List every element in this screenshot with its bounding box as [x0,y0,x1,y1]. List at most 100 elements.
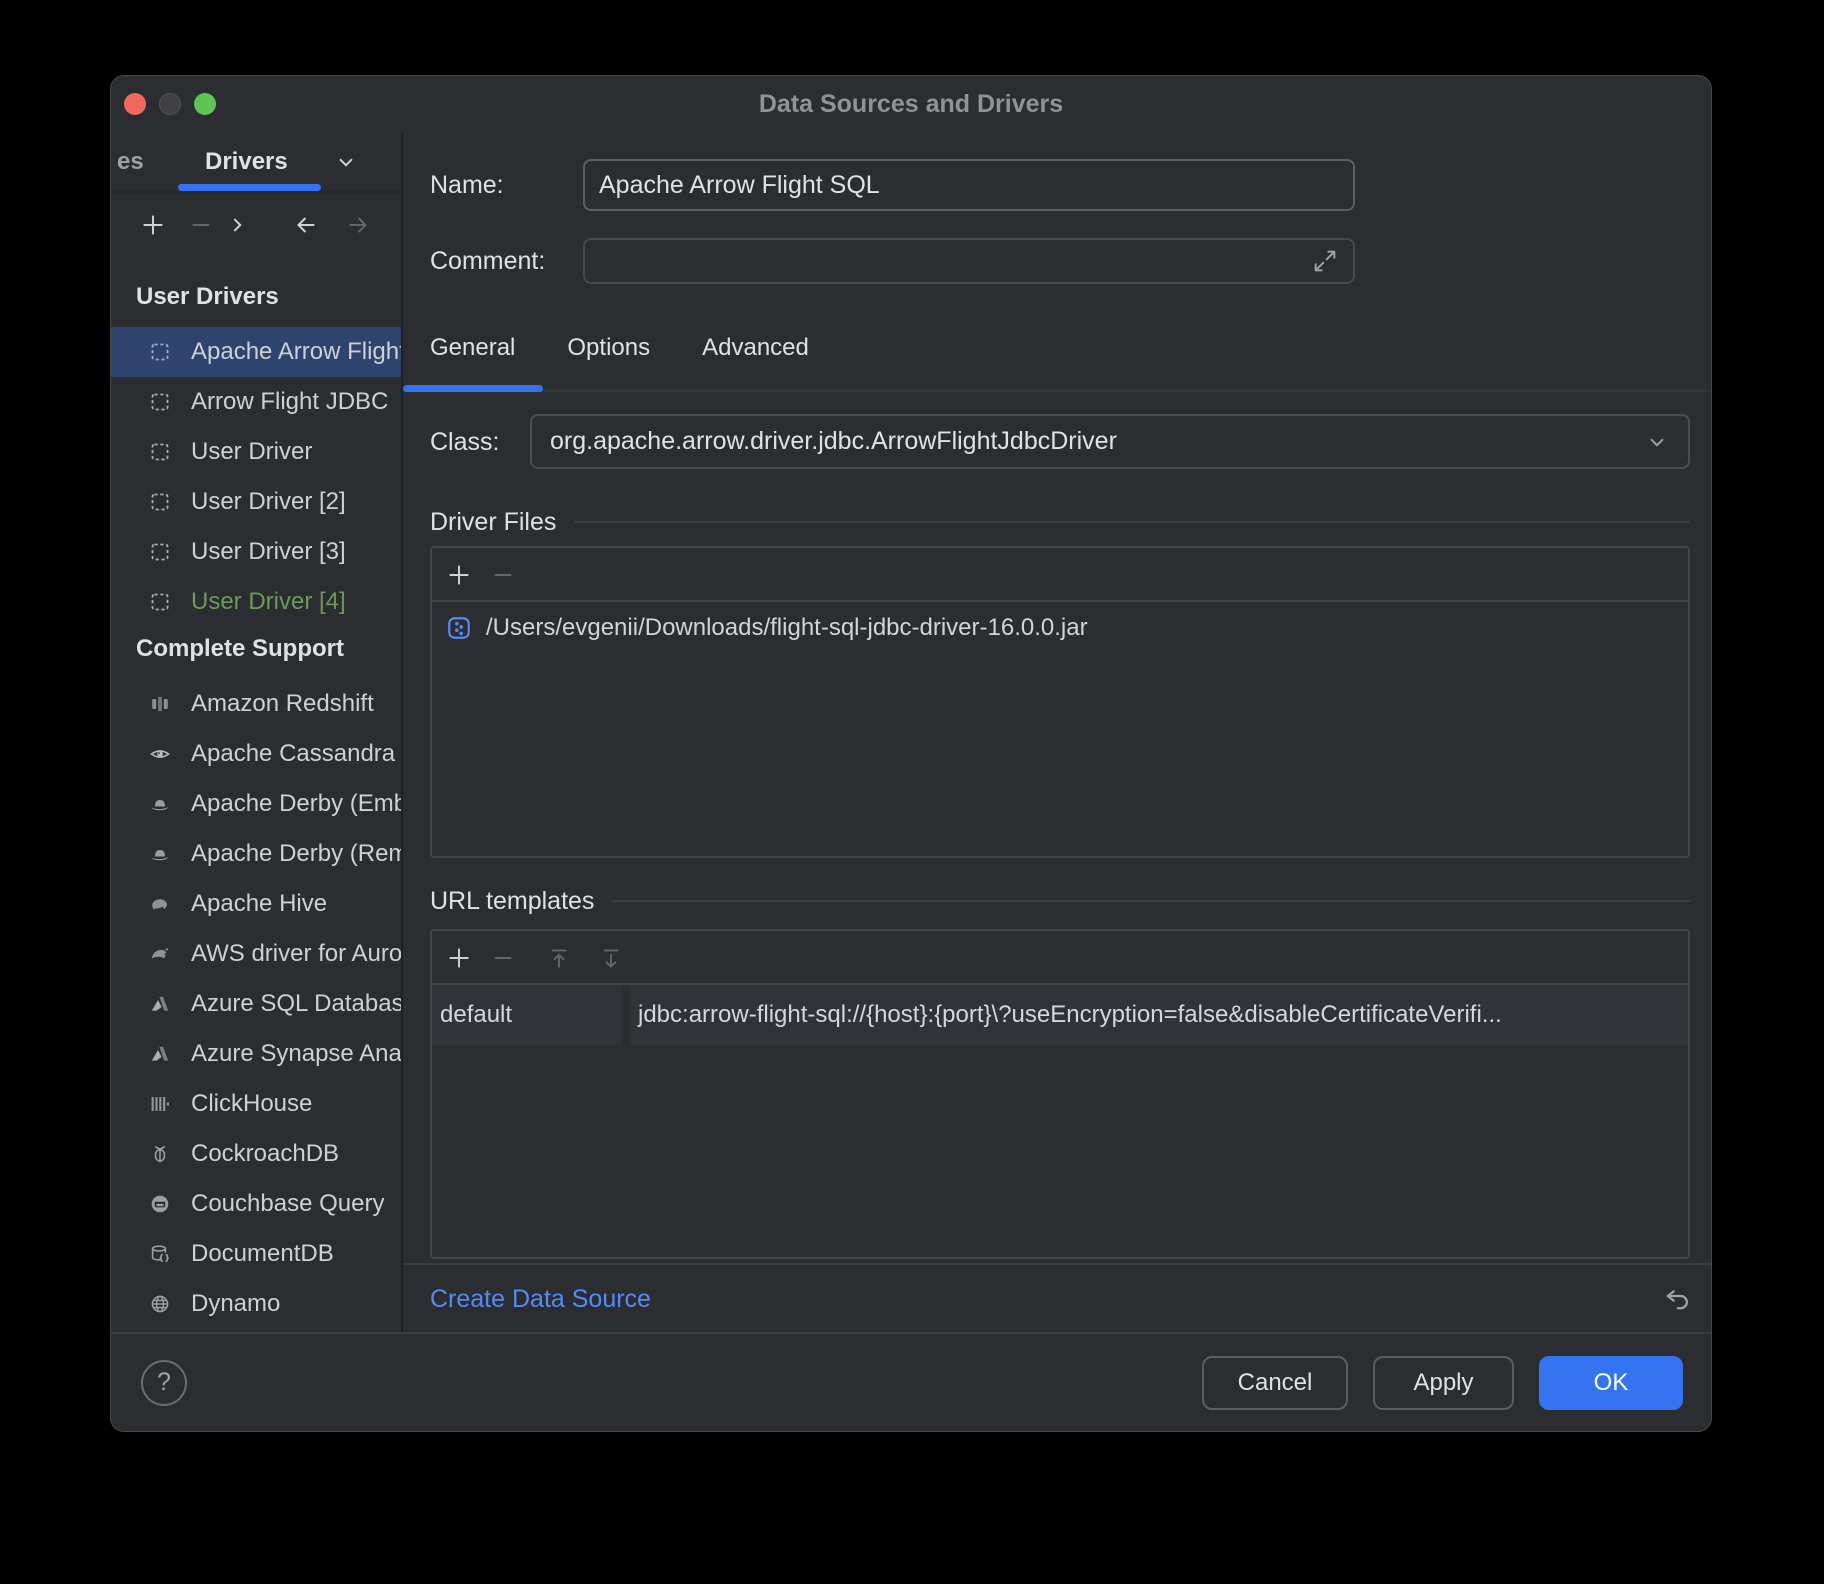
sidebar-item-label: ClickHouse [191,1090,312,1118]
name-input[interactable] [583,159,1355,211]
add-file-icon[interactable] [446,562,472,588]
zoom-window-button[interactable] [194,93,216,115]
sidebar-item-label: AWS driver for Aurora MySQL [191,940,401,968]
documentdb-icon [149,1243,171,1265]
sidebar-item-label: Apache Derby (Embedded) [191,790,401,818]
back-arrow-icon[interactable] [293,212,319,238]
apply-button[interactable]: Apply [1373,1356,1514,1410]
name-label: Name: [430,171,504,200]
dialog-title: Data Sources and Drivers [111,76,1711,133]
titlebar: Data Sources and Drivers [111,76,1711,133]
driver-file-row[interactable]: /Users/evgenii/Downloads/flight-sql-jdbc… [432,602,1688,642]
tree-section-user-drivers: User Drivers [111,275,401,319]
screen: Data Sources and Drivers es Drivers [0,0,1824,1584]
tab-drivers[interactable]: Drivers [205,133,288,191]
url-templates-box: default jdbc:arrow-flight-sql://{host}:{… [430,929,1690,1259]
sidebar-item-apache-hive[interactable]: Apache Hive [111,879,401,929]
derby-icon [149,843,171,865]
driver-icon [149,341,171,363]
driver-icon [149,491,171,513]
sidebar-item-apache-cassandra[interactable]: Apache Cassandra [111,729,401,779]
sidebar-item-label: Amazon Redshift [191,690,374,718]
azure-icon [149,1043,171,1065]
url-templates-toolbar [432,931,1688,985]
sidebar-item-label: Apache Arrow Flight SQL [191,338,401,366]
minimize-window-button[interactable] [159,93,181,115]
sidebar-item-label: CockroachDB [191,1140,339,1168]
sidebar-item-label: Apache Hive [191,890,327,918]
sidebar-item-label: DocumentDB [191,1240,334,1268]
driver-file-path: /Users/evgenii/Downloads/flight-sql-jdbc… [486,614,1088,642]
chevron-down-icon [1644,429,1670,455]
move-up-icon[interactable] [546,945,572,971]
forward-arrow-icon[interactable] [345,212,371,238]
ok-button[interactable]: OK [1539,1356,1683,1410]
cancel-button[interactable]: Cancel [1202,1356,1348,1410]
help-button[interactable]: ? [141,1360,187,1406]
tab-options[interactable]: Options [567,334,650,362]
sidebar-item-cockroachdb[interactable]: CockroachDB [111,1129,401,1179]
sidebar-item-azure-synapse-analytics[interactable]: Azure Synapse Analytics [111,1029,401,1079]
sidebar-item-label: User Driver [3] [191,538,346,566]
editor-tabs: General Options Advanced [430,325,809,371]
clickhouse-icon [149,1093,171,1115]
sidebar-item-couchbase-query[interactable]: Couchbase Query [111,1179,401,1229]
remove-file-icon[interactable] [490,562,516,588]
jar-icon [446,615,472,641]
sidebar-item-user-driver-4[interactable]: User Driver [4] [111,577,401,627]
tab-general[interactable]: General [430,334,515,362]
derby-icon [149,793,171,815]
sidebar-item-aws-driver-for-aurora-mysql[interactable]: AWS driver for Aurora MySQL [111,929,401,979]
redshift-icon [149,693,171,715]
chevron-right-icon[interactable] [224,212,250,238]
tab-advanced[interactable]: Advanced [702,334,809,362]
sidebar-item-user-driver[interactable]: User Driver [111,427,401,477]
class-dropdown[interactable]: org.apache.arrow.driver.jdbc.ArrowFlight… [530,414,1690,469]
driver-files-toolbar [432,548,1688,602]
add-driver-icon[interactable] [140,212,166,238]
add-template-icon[interactable] [446,945,472,971]
comment-input[interactable] [583,238,1355,284]
sidebar-tabstrip: es Drivers [111,133,401,193]
close-window-button[interactable] [124,93,146,115]
driver-tree: User Drivers Apache Arrow Flight SQL Arrow… [111,257,401,1332]
sidebar-item-label: Apache Derby (Remote) [191,840,401,868]
cassandra-icon [149,743,171,765]
sidebar-item-apache-derby-remote[interactable]: Apache Derby (Remote) [111,829,401,879]
cell-divider [622,985,630,1045]
dynamo-icon [149,1293,171,1315]
move-down-icon[interactable] [598,945,624,971]
general-tab-underline [403,385,543,392]
sidebar-item-documentdb[interactable]: DocumentDB [111,1229,401,1279]
chevron-down-icon[interactable] [333,149,359,175]
remove-template-icon[interactable] [490,945,516,971]
sidebar-item-apache-arrow-flight-sql[interactable]: Apache Arrow Flight SQL [111,327,401,377]
sidebar-item-label: User Driver [4] [191,588,346,616]
sidebar-item-amazon-redshift[interactable]: Amazon Redshift [111,679,401,729]
sidebar-item-apache-derby-embedded[interactable]: Apache Derby (Embedded) [111,779,401,829]
remove-driver-icon[interactable] [188,212,214,238]
cockroachdb-icon [149,1143,171,1165]
driver-icon [149,441,171,463]
driver-icon [149,541,171,563]
sidebar-item-arrow-flight-jdbc[interactable]: Arrow Flight JDBC [111,377,401,427]
sidebar-item-clickhouse[interactable]: ClickHouse [111,1079,401,1129]
url-template-value-cell[interactable]: jdbc:arrow-flight-sql://{host}:{port}\?u… [630,985,1688,1045]
selected-tab-underline [178,184,321,191]
class-label: Class: [430,428,499,457]
sidebar-item-label: Azure SQL Database [191,990,401,1018]
revert-icon[interactable] [1661,1284,1693,1316]
comment-label: Comment: [430,247,545,276]
driver-icon [149,391,171,413]
url-template-name-cell[interactable]: default [432,985,622,1045]
driver-icon [149,591,171,613]
sidebar-item-user-driver-3[interactable]: User Driver [3] [111,527,401,577]
expand-icon[interactable] [1311,247,1339,275]
create-data-source-link[interactable]: Create Data Source [430,1285,651,1314]
tab-data-sources[interactable]: es [117,133,144,191]
sidebar-item-user-driver-2[interactable]: User Driver [2] [111,477,401,527]
traffic-lights [124,93,216,115]
sidebar-item-dynamo[interactable]: Dynamo [111,1279,401,1329]
sidebar-item-azure-sql-database[interactable]: Azure SQL Database [111,979,401,1029]
url-templates-header: URL templates [430,883,1690,919]
